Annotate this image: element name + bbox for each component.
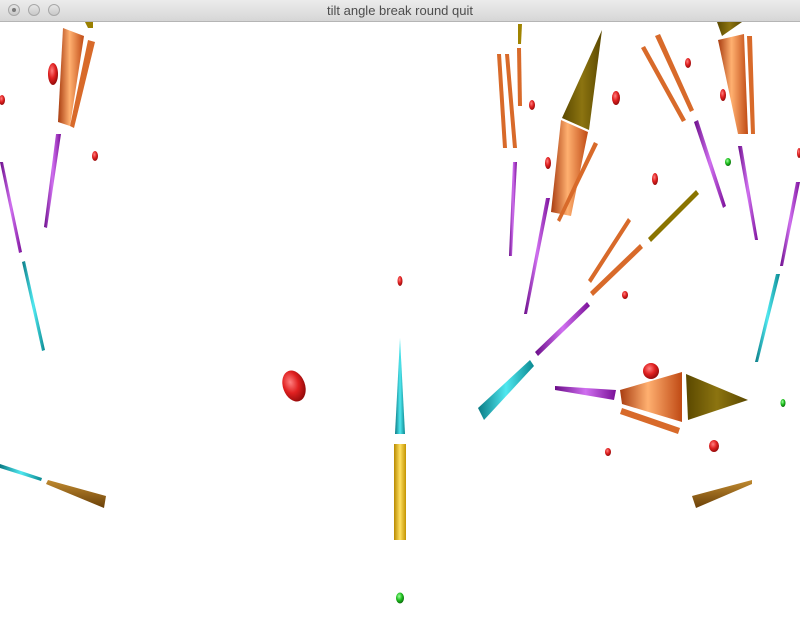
- cyan-rod: [0, 464, 42, 481]
- magenta-rod: [694, 120, 726, 208]
- orange-rod: [747, 36, 755, 134]
- orange-rod: [497, 54, 507, 148]
- magenta-rod: [738, 146, 758, 240]
- red-ball: [622, 291, 628, 299]
- red-ball: [720, 89, 726, 101]
- gold-cone: [686, 374, 748, 420]
- red-ball: [612, 91, 620, 105]
- gold-cone: [717, 22, 742, 36]
- green-ball: [725, 158, 731, 166]
- magenta-rod: [0, 162, 22, 253]
- gold-rod: [648, 190, 699, 242]
- red-ball: [48, 63, 58, 85]
- center-structure: [394, 276, 406, 604]
- green-ball[interactable]: [396, 592, 404, 604]
- magenta-rod: [535, 302, 590, 356]
- cyan-spike: [395, 338, 405, 434]
- gold-cone: [562, 30, 602, 130]
- magenta-rod: [524, 198, 550, 314]
- game-canvas[interactable]: [0, 22, 800, 622]
- magenta-cone: [555, 386, 616, 400]
- red-ball: [685, 58, 691, 68]
- red-ball: [709, 440, 719, 452]
- red-ball: [652, 173, 658, 185]
- orange-cone: [58, 28, 84, 126]
- red-large-ball: [282, 370, 306, 402]
- orange-cone: [718, 34, 748, 134]
- gold-rod: [518, 24, 522, 44]
- lower-left-cluster: [0, 464, 106, 508]
- red-ball: [545, 157, 551, 169]
- red-ball: [0, 95, 5, 105]
- bronze-cone: [692, 480, 752, 508]
- red-small-ball: [397, 276, 403, 286]
- red-ball: [605, 448, 611, 456]
- green-ball: [780, 399, 786, 407]
- title-bar: tilt angle break round quit: [0, 0, 800, 22]
- red-ball: [529, 100, 535, 110]
- red-ball: [92, 151, 98, 161]
- red-ball: [643, 363, 659, 379]
- magenta-rod: [44, 134, 61, 228]
- yellow-post: [394, 444, 406, 540]
- bronze-cone: [46, 480, 106, 508]
- top-right-cluster: [497, 24, 800, 314]
- magenta-rod: [509, 162, 517, 256]
- orange-rod: [505, 54, 517, 148]
- top-left-cluster: [0, 22, 98, 351]
- cyan-rod: [22, 261, 45, 351]
- orange-rod: [517, 48, 522, 106]
- gold-tip: [85, 22, 93, 28]
- orange-rod: [588, 218, 631, 283]
- app-window: tilt angle break round quit: [0, 0, 800, 622]
- cyan-rod: [755, 274, 780, 362]
- far-right-cluster: [641, 22, 800, 362]
- window-title: tilt angle break round quit: [327, 3, 473, 18]
- cyan-cone: [478, 360, 534, 420]
- magenta-rod: [780, 182, 800, 266]
- right-middle-cluster: [555, 363, 786, 456]
